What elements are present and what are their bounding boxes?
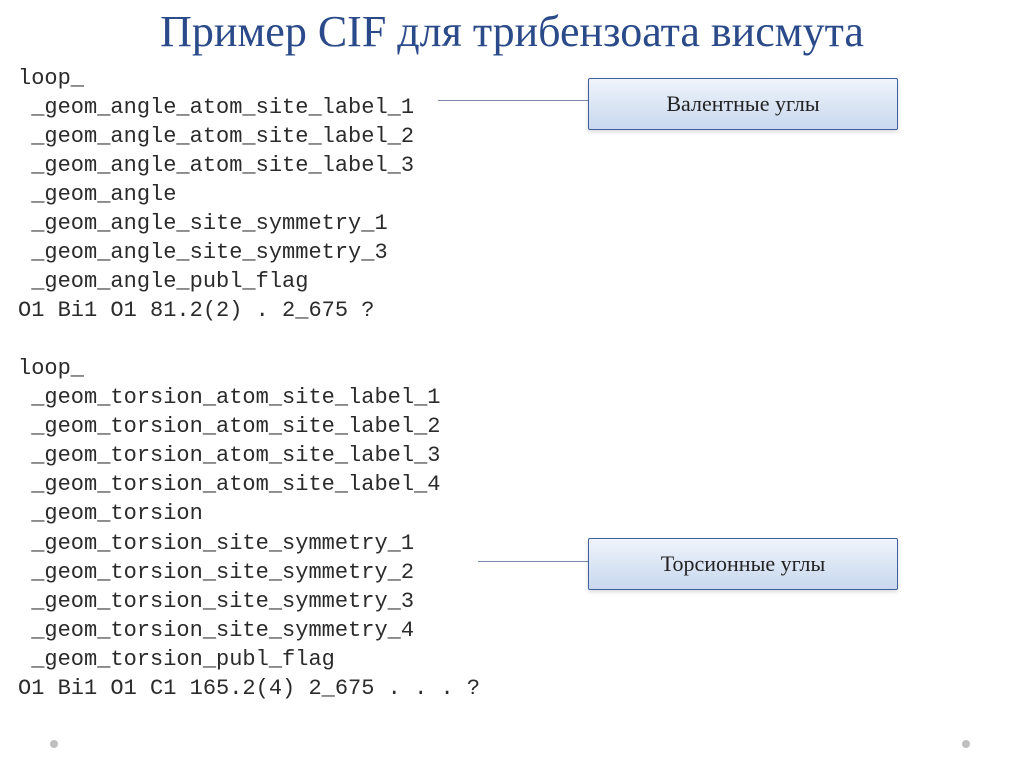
decorative-bullet-right: [962, 740, 970, 748]
callout-connector-torsion: [478, 561, 588, 562]
callout-connector-angles: [438, 100, 588, 101]
callout-torsion-angles: Торсионные углы: [588, 538, 898, 590]
callout-valence-angles: Валентные углы: [588, 78, 898, 130]
slide-title: Пример CIF для трибензоата висмута: [0, 0, 1024, 57]
decorative-bullet-left: [50, 740, 58, 748]
cif-code-block: loop_ _geom_angle_atom_site_label_1 _geo…: [18, 64, 480, 703]
